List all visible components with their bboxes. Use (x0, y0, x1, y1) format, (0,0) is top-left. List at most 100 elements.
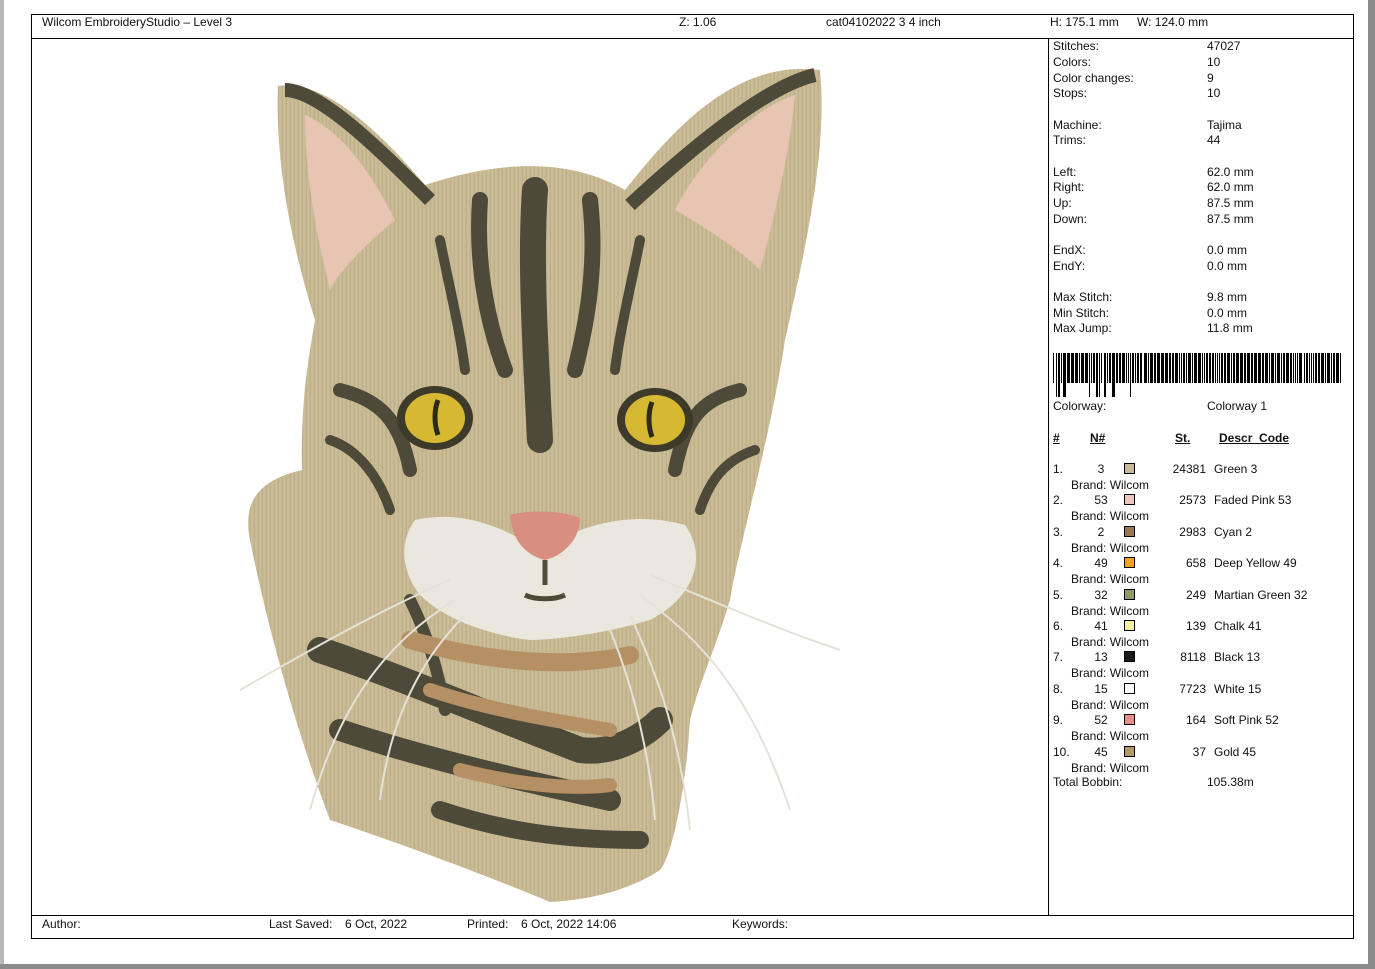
color-brand: Brand: Wilcom (1071, 509, 1150, 524)
barcode-bar (1321, 353, 1324, 383)
barcode-bar (1233, 353, 1235, 383)
barcode-bar (1157, 353, 1160, 383)
barcode-bar (1122, 353, 1125, 383)
barcode-bar (1132, 353, 1134, 383)
stat-label-max-jump: Max Jump: (1053, 321, 1112, 335)
barcode-bar (1251, 353, 1253, 383)
barcode-bar (1315, 353, 1317, 383)
color-row: 10. 45 37 Gold 45 Brand: Wilcom (1053, 745, 1353, 777)
barcode-bar (1161, 353, 1164, 383)
color-number: 41 (1094, 619, 1108, 633)
stat-value-colors: 10 (1207, 55, 1221, 69)
stat-value-max-stitch: 9.8 mm (1207, 290, 1248, 304)
barcode-bar (1144, 353, 1147, 383)
barcode-bar (1277, 353, 1280, 383)
barcode-bar (1140, 353, 1142, 383)
barcode-bar (1309, 353, 1310, 383)
color-swatch (1124, 745, 1135, 757)
stat-label-left: Left: (1053, 165, 1077, 179)
barcode-bar (1085, 353, 1088, 383)
color-brand: Brand: Wilcom (1071, 540, 1150, 555)
barcode-bar (1126, 353, 1127, 383)
barcode-bar (1311, 353, 1312, 383)
color-stitch-count: 658 (1185, 556, 1206, 571)
col-header-number: N# (1090, 431, 1106, 445)
stat-value-machine: Tajima (1207, 118, 1242, 132)
zoom-level: Z: 1.06 (679, 15, 717, 29)
barcode-bar (1269, 353, 1270, 383)
barcode-bar (1215, 353, 1216, 383)
barcode-bar (1119, 353, 1121, 383)
barcode-bar (1169, 353, 1171, 383)
colorway-label: Colorway: (1053, 399, 1107, 413)
color-stitch-count: 164 (1185, 713, 1206, 728)
color-index: 2. (1053, 493, 1064, 508)
color-name: Faded Pink 53 (1214, 493, 1292, 508)
barcode-bar (1262, 353, 1264, 383)
color-index: 6. (1053, 619, 1064, 633)
barcode-bar (1299, 353, 1302, 383)
barcode-bar (1340, 353, 1341, 383)
stat-value-min-stitch: 0.0 mm (1207, 306, 1248, 320)
barcode-bar (1148, 353, 1149, 383)
color-brand: Brand: Wilcom (1071, 697, 1150, 712)
barcode-bar (1172, 353, 1174, 383)
barcode-bar (1318, 353, 1320, 383)
color-swatch (1124, 651, 1135, 663)
color-brand: Brand: Wilcom (1071, 572, 1150, 587)
barcode-bar (1209, 353, 1211, 383)
barcode-bar (1079, 353, 1080, 383)
barcode-bar (1154, 353, 1156, 383)
barcode-bar (1290, 353, 1292, 383)
barcode-bar (1150, 353, 1153, 383)
barcode-bar (1331, 353, 1332, 383)
barcode-bar (1240, 353, 1243, 383)
barcode-bar (1281, 353, 1282, 383)
color-index: 8. (1053, 681, 1064, 696)
design-name: cat04102022 3 4 inch (826, 15, 941, 29)
color-swatch (1124, 588, 1135, 600)
color-row: 6. 41 139 Chalk 41 Brand: Wilcom (1053, 619, 1353, 651)
panel-divider (1048, 38, 1049, 915)
barcode-bar (1283, 353, 1285, 383)
color-index: 7. (1053, 650, 1064, 665)
barcode-bar (1333, 353, 1335, 383)
barcode-bar (1227, 353, 1230, 383)
barcode-bar (1183, 353, 1185, 383)
barcode-bar (1254, 353, 1257, 383)
total-bobbin-label: Total Bobbin: (1053, 775, 1123, 789)
barcode-bar (1137, 353, 1139, 383)
color-stitch-count: 8118 (1180, 650, 1206, 665)
barcode-bar (1112, 353, 1115, 397)
window-edge-right (1368, 0, 1375, 969)
color-name: White 15 (1214, 681, 1262, 696)
color-number: 53 (1094, 493, 1108, 508)
barcode-bar (1236, 353, 1239, 383)
barcode-bar (1096, 353, 1098, 397)
color-stitch-count: 2573 (1179, 493, 1206, 508)
color-row: 8. 15 7723 White 15 Brand: Wilcom (1053, 682, 1353, 714)
stat-value-stitches: 47027 (1207, 39, 1241, 53)
color-number: 45 (1094, 744, 1108, 759)
barcode-bar (1258, 353, 1261, 383)
barcode-bar (1297, 353, 1298, 383)
color-stitch-count: 37 (1192, 744, 1206, 759)
color-number: 15 (1094, 681, 1108, 696)
barcode-bar (1325, 353, 1326, 383)
stat-label-trims: Trims: (1053, 133, 1086, 147)
barcode-bar (1116, 353, 1118, 383)
barcode-bar (1071, 353, 1074, 383)
author-label: Author: (42, 917, 81, 931)
barcode-bar (1204, 353, 1205, 383)
barcode-bar (1313, 353, 1314, 383)
stat-label-color-changes: Color changes: (1053, 71, 1134, 85)
barcode-bar (1221, 353, 1223, 383)
barcode-bar (1306, 353, 1308, 383)
stat-label-right: Right: (1053, 180, 1085, 194)
barcode-bar (1286, 353, 1289, 383)
barcode-bar (1275, 353, 1276, 383)
barcode-bar (1224, 353, 1226, 383)
stat-label-colors: Colors: (1053, 55, 1092, 69)
header-divider (31, 38, 1354, 39)
barcode-bar (1188, 353, 1191, 383)
